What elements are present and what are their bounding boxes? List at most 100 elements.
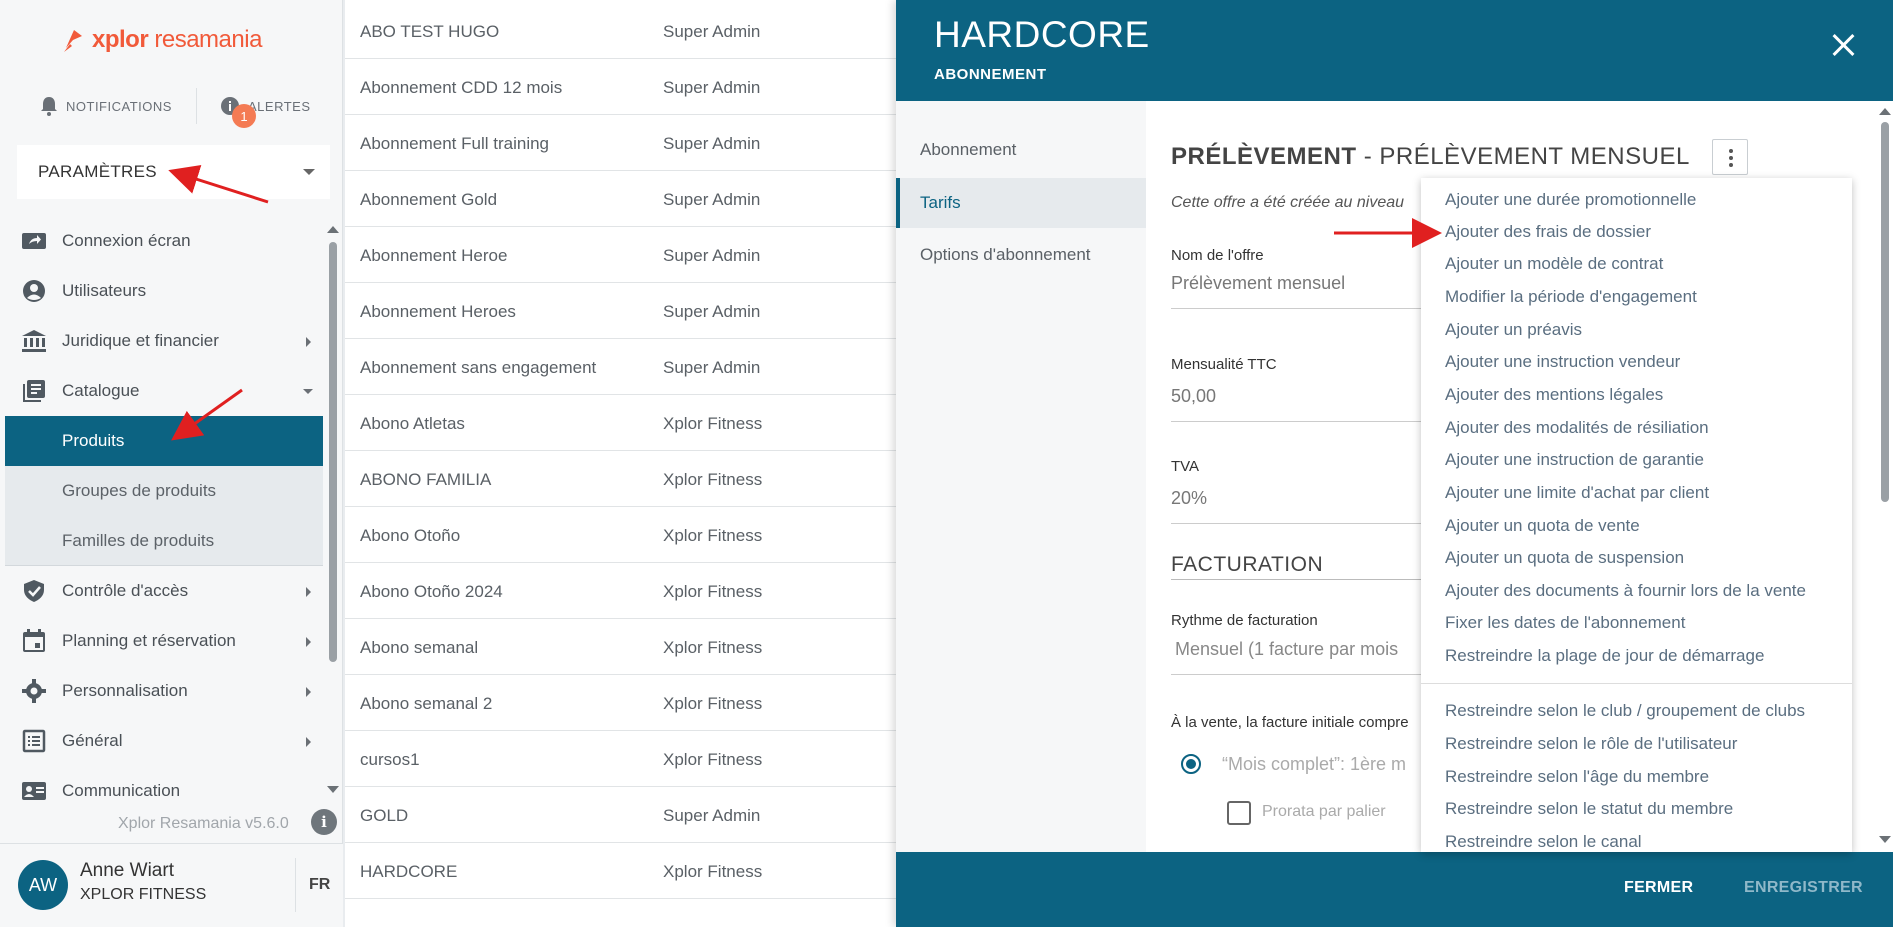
sidebar-item-label: Familles de produits	[62, 530, 215, 550]
sidebar-item-personnalisation[interactable]: Personnalisation	[5, 666, 323, 716]
shield-check-icon	[24, 580, 44, 602]
table-row[interactable]: Abono Atletas Xplor Fitness	[345, 395, 897, 451]
screen-share-icon	[22, 233, 46, 249]
offer-name-field[interactable]: Prélèvement mensuel	[1171, 273, 1441, 309]
menu-item[interactable]: Ajouter un préavis	[1445, 320, 1582, 340]
more-options-menu: Ajouter une durée promotionnelle Ajouter…	[1421, 178, 1852, 852]
product-name: ABO TEST HUGO	[360, 22, 500, 41]
table-row[interactable]: Abonnement Full training Super Admin	[345, 115, 897, 171]
mois-complet-radio[interactable]	[1181, 754, 1201, 774]
menu-item[interactable]: Restreindre selon l'âge du membre	[1445, 767, 1709, 787]
panel-scroll-down[interactable]	[1879, 836, 1891, 843]
menu-item[interactable]: Restreindre la plage de jour de démarrag…	[1445, 646, 1764, 666]
table-row[interactable]: Abono semanal Xplor Fitness	[345, 619, 897, 675]
product-name: Abono semanal 2	[360, 694, 493, 713]
user-profile[interactable]: AW Anne Wiart XPLOR FITNESS FR	[0, 843, 343, 927]
sidebar-scroll-down[interactable]	[327, 786, 339, 793]
menu-item[interactable]: Restreindre selon le rôle de l'utilisate…	[1445, 734, 1737, 754]
panel-scrollbar[interactable]	[1881, 122, 1889, 502]
table-row[interactable]: ABO TEST HUGO Super Admin	[345, 3, 897, 59]
sidebar-item-familles-de-produits[interactable]: Familles de produits	[5, 516, 323, 566]
sidebar-item-label: Groupes de produits	[62, 481, 217, 500]
header-separator	[196, 88, 197, 124]
menu-item[interactable]: Ajouter une limite d'achat par client	[1445, 483, 1709, 503]
menu-item[interactable]: Ajouter des frais de dossier	[1445, 222, 1651, 242]
sidebar-scrollbar[interactable]	[329, 242, 337, 662]
menu-item[interactable]: Ajouter un quota de suspension	[1445, 548, 1684, 568]
table-row[interactable]: Abonnement Heroe Super Admin	[345, 227, 897, 283]
sidebar-scroll-up[interactable]	[327, 226, 339, 233]
product-owner: Super Admin	[663, 190, 761, 209]
xplor-rocket-icon	[64, 30, 82, 52]
tab-abonnement[interactable]: Abonnement	[896, 125, 1146, 175]
close-icon[interactable]	[1831, 33, 1855, 57]
sidebar-item-label: Produits	[62, 431, 125, 450]
table-row[interactable]: GOLD Super Admin	[345, 787, 897, 843]
table-row[interactable]: Abonnement sans engagement Super Admin	[345, 339, 897, 395]
sidebar-item-utilisateurs[interactable]: Utilisateurs	[5, 266, 323, 316]
tab-options-abonnement[interactable]: Options d'abonnement	[896, 230, 1146, 280]
brand-name: xplor resamania	[92, 26, 262, 53]
tva-field[interactable]: 20%	[1171, 488, 1441, 524]
monthly-price-field[interactable]: 50,00	[1171, 386, 1441, 422]
sidebar-item-connexion-ecran[interactable]: Connexion écran	[5, 216, 323, 266]
menu-item[interactable]: Fixer les dates de l'abonnement	[1445, 613, 1685, 633]
product-owner: Super Admin	[663, 78, 761, 97]
menu-item[interactable]: Ajouter des documents à fournir lors de …	[1445, 581, 1806, 601]
billing-rhythm-select[interactable]: Mensuel (1 facture par mois	[1171, 639, 1441, 675]
sidebar-item-groupes-de-produits[interactable]: Groupes de produits	[5, 466, 323, 516]
contact-card-icon	[22, 782, 46, 800]
menu-item[interactable]: Ajouter une durée promotionnelle	[1445, 190, 1696, 210]
notifications-button[interactable]: NOTIFICATIONS	[40, 96, 172, 116]
chevron-right-icon	[306, 737, 311, 747]
gear-icon	[22, 679, 46, 703]
sidebar-menu: Connexion écran Utilisateurs Juridique e…	[5, 216, 323, 816]
tab-tarifs[interactable]: Tarifs	[896, 178, 1146, 228]
panel-scroll-up[interactable]	[1879, 108, 1891, 115]
sidebar-item-juridique[interactable]: Juridique et financier	[5, 316, 323, 366]
more-options-button[interactable]	[1712, 139, 1748, 175]
table-row[interactable]: Abono Otoño Xplor Fitness	[345, 507, 897, 563]
menu-item[interactable]: Restreindre selon le statut du membre	[1445, 799, 1733, 819]
close-button[interactable]: FERMER	[1624, 879, 1693, 897]
product-owner: Xplor Fitness	[663, 862, 763, 881]
table-row[interactable]: cursos1 Xplor Fitness	[345, 731, 897, 787]
sidebar-item-controle-acces[interactable]: Contrôle d'accès	[5, 566, 323, 616]
product-owner: Xplor Fitness	[663, 582, 763, 601]
menu-item[interactable]: Ajouter des modalités de résiliation	[1445, 418, 1709, 438]
menu-item[interactable]: Restreindre selon le club / groupement d…	[1445, 701, 1805, 721]
version-info-icon[interactable]: i	[311, 809, 337, 835]
sidebar-item-communication[interactable]: Communication	[5, 766, 323, 816]
sidebar-item-produits[interactable]: Produits	[5, 416, 323, 466]
language-switch[interactable]: FR	[309, 876, 330, 894]
brand-logo[interactable]: xplor resamania	[62, 26, 262, 54]
menu-item[interactable]: Modifier la période d'engagement	[1445, 287, 1697, 307]
table-row[interactable]: Abonnement CDD 12 mois Super Admin	[345, 59, 897, 115]
app-version: Xplor Resamania v5.6.0	[118, 815, 289, 832]
product-name: Abono Otoño	[360, 526, 461, 545]
menu-item[interactable]: Restreindre selon le canal	[1445, 832, 1642, 852]
menu-item[interactable]: Ajouter un quota de vente	[1445, 516, 1640, 536]
table-row[interactable]: Abonnement Heroes Super Admin	[345, 283, 897, 339]
menu-item[interactable]: Ajouter une instruction de garantie	[1445, 450, 1704, 470]
prorata-checkbox[interactable]	[1227, 801, 1251, 825]
menu-item[interactable]: Ajouter des mentions légales	[1445, 385, 1663, 405]
save-button[interactable]: ENREGISTRER	[1744, 879, 1863, 897]
table-row[interactable]: Abonnement Gold Super Admin	[345, 171, 897, 227]
table-row[interactable]: Abono semanal 2 Xplor Fitness	[345, 675, 897, 731]
menu-item[interactable]: Ajouter une instruction vendeur	[1445, 352, 1680, 372]
table-row[interactable]: Abono Otoño 2024 Xplor Fitness	[345, 563, 897, 619]
sidebar-item-general[interactable]: Général	[5, 716, 323, 766]
panel-nav: Abonnement Tarifs Options d'abonnement	[896, 101, 1146, 852]
product-owner: Xplor Fitness	[663, 694, 763, 713]
menu-item[interactable]: Ajouter un modèle de contrat	[1445, 254, 1663, 274]
parametres-selector[interactable]: PARAMÈTRES	[17, 145, 330, 199]
sidebar-item-label: Planning et réservation	[62, 631, 236, 650]
sidebar-item-planning[interactable]: Planning et réservation	[5, 616, 323, 666]
sidebar-item-catalogue[interactable]: Catalogue	[5, 366, 323, 416]
table-row[interactable]: ABONO FAMILIA Xplor Fitness	[345, 451, 897, 507]
product-list: ABO TEST HUGO Super Admin Abonnement CDD …	[345, 0, 897, 927]
table-row[interactable]: HARDCORE Xplor Fitness	[345, 843, 897, 899]
panel-title: HARDCORE	[934, 14, 1150, 55]
sidebar-item-label: Connexion écran	[62, 231, 191, 250]
